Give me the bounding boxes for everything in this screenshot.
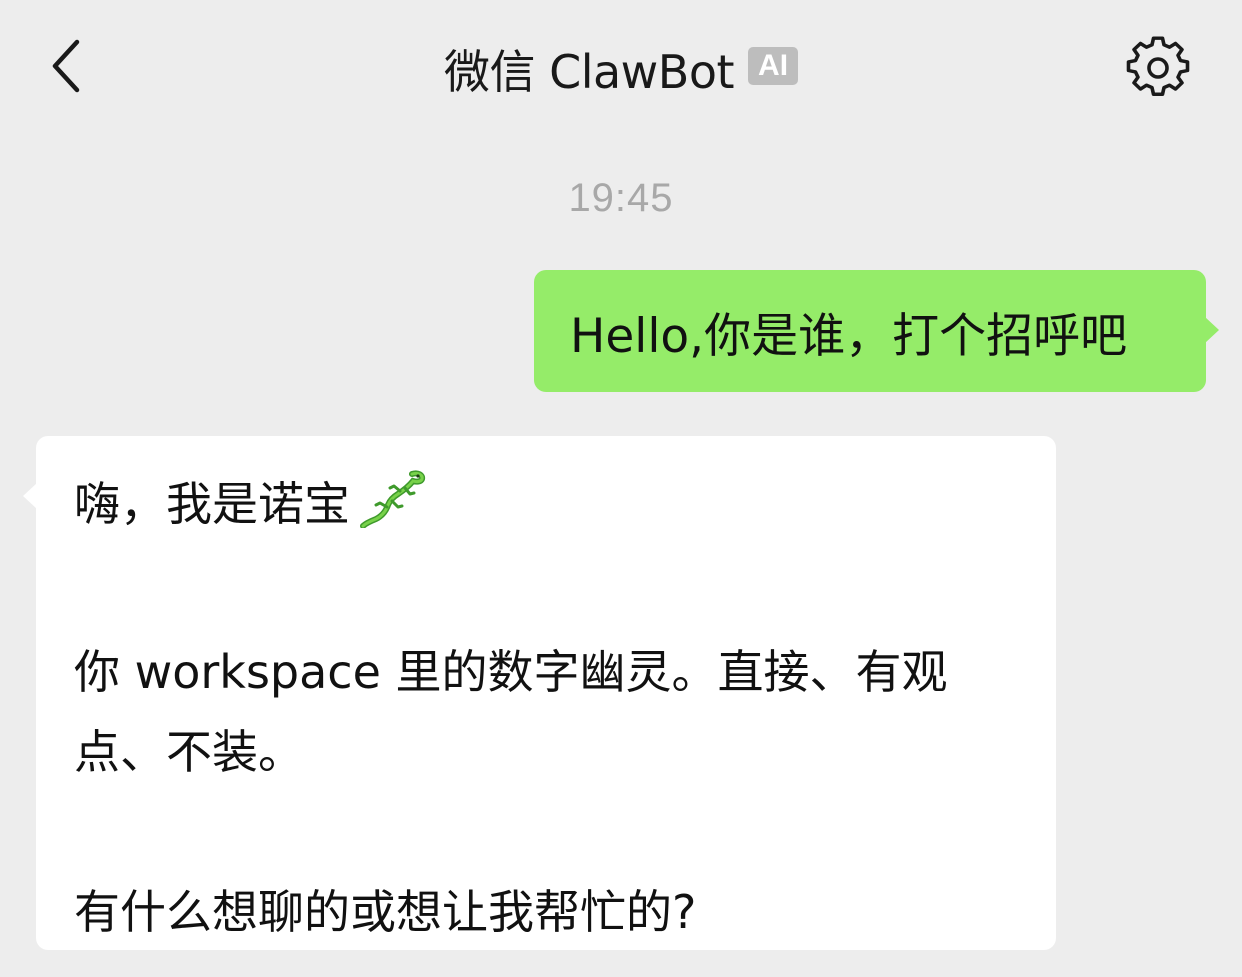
reply-spacer — [74, 792, 1020, 872]
outgoing-message-bubble[interactable]: Hello,你是谁，打个招呼吧 — [534, 270, 1219, 392]
reply-greeting-line: 嗨，我是诺宝 — [74, 464, 1020, 552]
message-timestamp: 19:45 — [568, 176, 674, 220]
chat-title: 微信 ClawBot — [443, 45, 735, 99]
reply-greeting-text: 嗨，我是诺宝 — [74, 477, 350, 531]
gear-icon — [1126, 36, 1190, 96]
incoming-message-bubble[interactable]: 嗨，我是诺宝 你 workspace 里的数字幽灵。直接、有观点、不装。 有什么… — [23, 436, 1056, 950]
reply-spacer — [74, 552, 1020, 632]
settings-button[interactable] — [1122, 32, 1194, 104]
reply-description: 你 workspace 里的数字幽灵。直接、有观点、不装。 — [74, 645, 948, 779]
ai-badge: AI — [748, 47, 799, 85]
reply-question: 有什么想聊的或想让我帮忙的? — [74, 885, 697, 939]
lizard-emoji-icon — [360, 466, 426, 552]
nav-bar: 微信 ClawBot AI — [0, 0, 1242, 135]
outgoing-message-text: Hello,你是谁，打个招呼吧 — [570, 308, 1128, 364]
chat-title-group: 微信 ClawBot AI — [0, 36, 1242, 102]
